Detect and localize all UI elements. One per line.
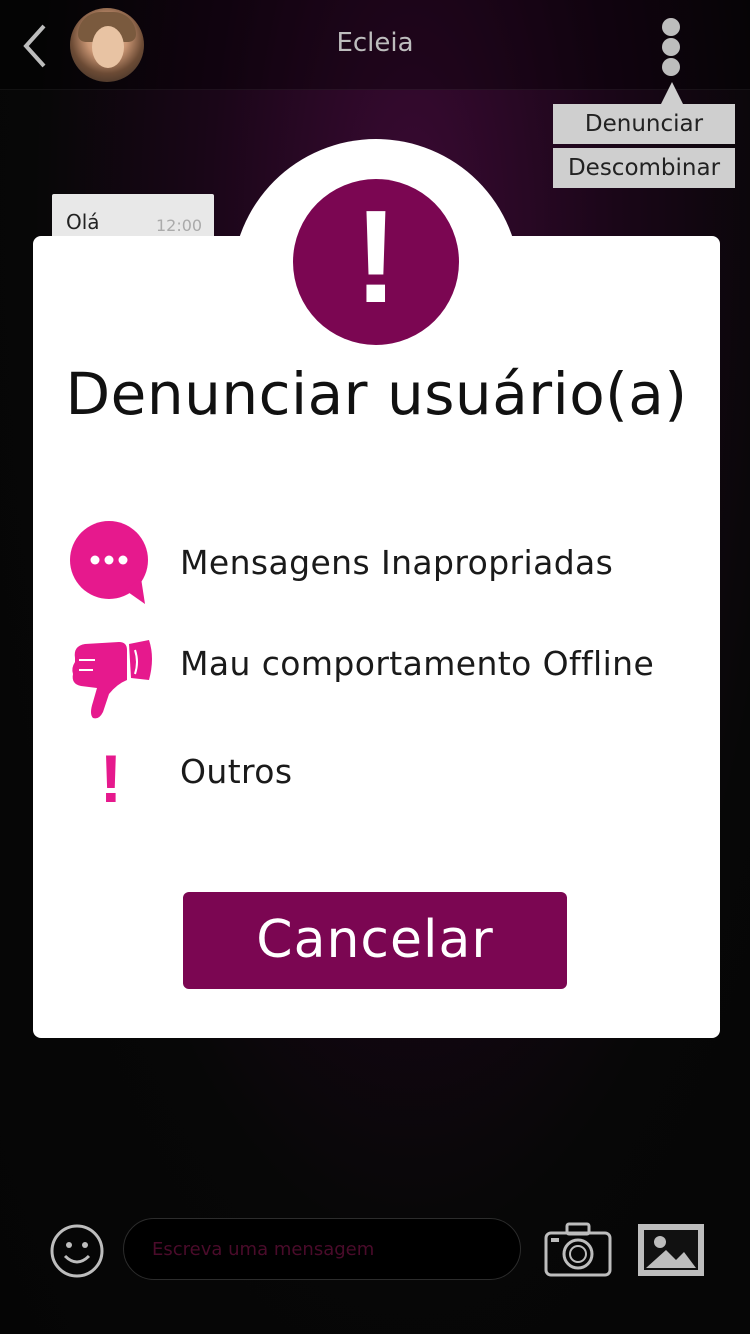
emoji-button[interactable] (49, 1223, 105, 1279)
speech-bubble-icon (70, 521, 148, 604)
alert-icon: ! (293, 179, 459, 345)
option-label: Mau comportamento Offline (180, 644, 655, 683)
option-offline-behavior[interactable]: Mau comportamento Offline (33, 630, 720, 720)
option-inappropriate-messages[interactable]: Mensagens Inapropriadas (33, 518, 720, 608)
menu-item-report[interactable]: Denunciar (553, 104, 735, 144)
option-label: Mensagens Inapropriadas (180, 543, 614, 582)
cancel-button[interactable]: Cancelar (183, 892, 567, 989)
dialog-title: Denunciar usuário(a) (65, 360, 688, 428)
chat-header: Ecleia (0, 0, 750, 90)
camera-button[interactable] (543, 1221, 613, 1279)
contact-name: Ecleia (336, 28, 414, 58)
exclamation-icon: ! (99, 741, 123, 817)
menu-item-unmatch[interactable]: Descombinar (553, 148, 735, 188)
vertical-dots-icon (658, 18, 684, 76)
smiley-icon (50, 1224, 104, 1278)
camera-icon (544, 1222, 612, 1277)
option-label: Outros (180, 752, 293, 791)
options-menu: Denunciar Descombinar (553, 82, 735, 192)
alert-glyph: ! (354, 183, 398, 330)
image-icon (638, 1224, 704, 1276)
message-time: 12:00 (156, 216, 203, 235)
thumbs-down-icon (72, 640, 152, 719)
gallery-button[interactable] (636, 1222, 706, 1278)
option-others[interactable]: ! Outros (33, 740, 720, 830)
more-options-button[interactable] (658, 18, 684, 76)
message-text: Olá (66, 210, 100, 234)
message-input[interactable] (123, 1218, 521, 1280)
